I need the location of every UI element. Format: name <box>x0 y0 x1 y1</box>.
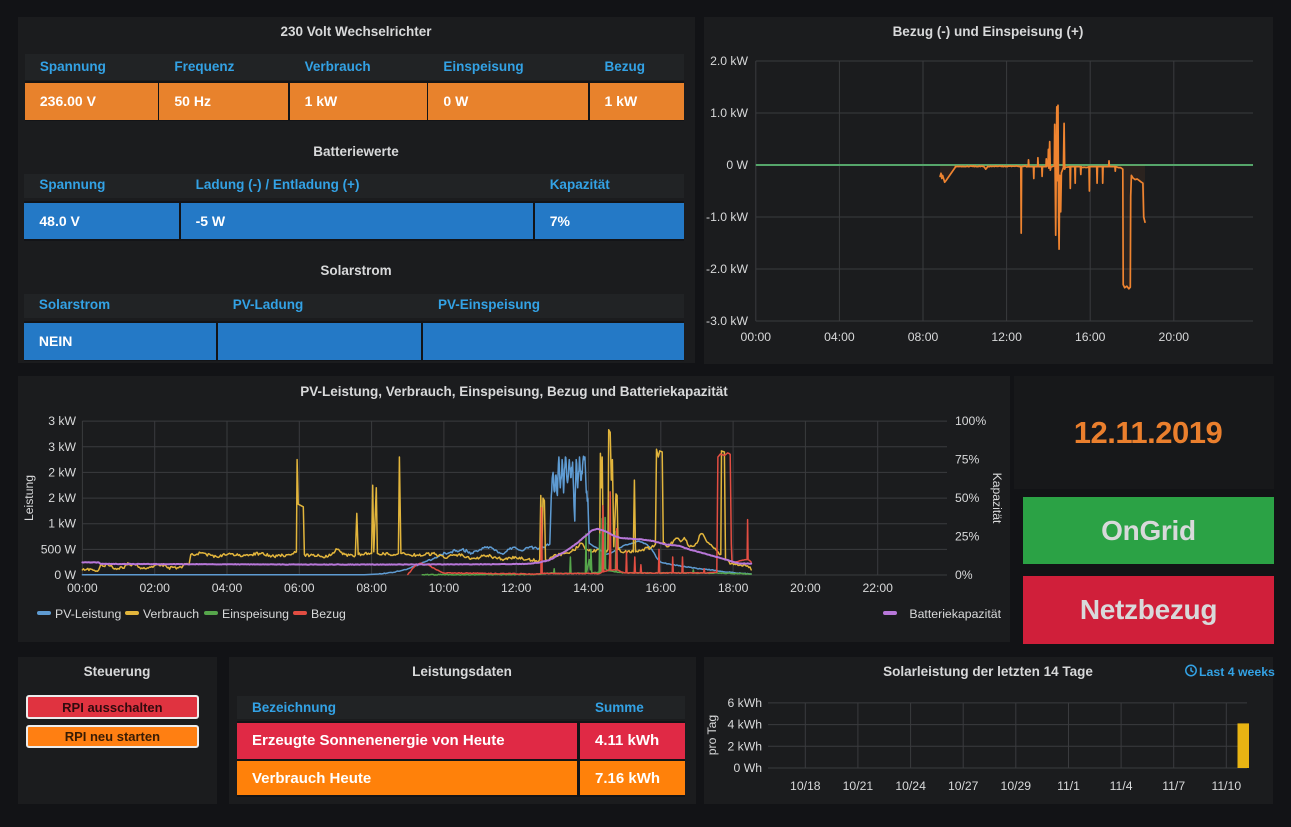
svg-text:2 kWh: 2 kWh <box>727 739 762 753</box>
svg-text:22:00: 22:00 <box>862 581 893 595</box>
svg-text:04:00: 04:00 <box>824 330 855 344</box>
svg-text:11/4: 11/4 <box>1110 779 1133 793</box>
svg-text:10/18: 10/18 <box>790 779 821 793</box>
svg-text:0 W: 0 W <box>54 568 76 582</box>
svg-text:06:00: 06:00 <box>284 581 315 595</box>
svg-text:0%: 0% <box>955 568 973 582</box>
svg-text:2 kW: 2 kW <box>48 491 76 505</box>
svg-text:100%: 100% <box>955 414 986 428</box>
svg-text:11/10: 11/10 <box>1212 779 1242 793</box>
svg-text:1 kW: 1 kW <box>48 517 76 531</box>
svg-text:0 W: 0 W <box>726 158 748 172</box>
svg-text:-2.0 kW: -2.0 kW <box>706 262 748 276</box>
svg-text:0 Wh: 0 Wh <box>734 761 762 775</box>
svg-text:3 kW: 3 kW <box>48 440 76 454</box>
svg-text:18:00: 18:00 <box>718 581 749 595</box>
svg-text:10/24: 10/24 <box>895 779 926 793</box>
svg-text:16:00: 16:00 <box>1075 330 1106 344</box>
svg-text:08:00: 08:00 <box>356 581 387 595</box>
svg-text:3 kW: 3 kW <box>48 414 76 428</box>
svg-text:Bezug: Bezug <box>311 607 346 621</box>
svg-text:1.0 kW: 1.0 kW <box>710 106 748 120</box>
svg-text:14:00: 14:00 <box>573 581 604 595</box>
svg-text:20:00: 20:00 <box>790 581 821 595</box>
svg-text:75%: 75% <box>955 453 980 467</box>
svg-text:11/7: 11/7 <box>1162 779 1185 793</box>
svg-text:10:00: 10:00 <box>429 581 460 595</box>
svg-text:Einspeisung: Einspeisung <box>222 607 289 621</box>
svg-text:-1.0 kW: -1.0 kW <box>706 210 748 224</box>
svg-text:25%: 25% <box>955 530 980 544</box>
svg-text:2 kW: 2 kW <box>48 465 76 479</box>
svg-text:4 kWh: 4 kWh <box>727 718 762 732</box>
svg-text:12:00: 12:00 <box>501 581 532 595</box>
svg-text:pro Tag: pro Tag <box>705 715 719 755</box>
svg-text:Verbrauch: Verbrauch <box>143 607 199 621</box>
svg-text:Kapazität: Kapazität <box>990 473 1004 524</box>
svg-text:04:00: 04:00 <box>212 581 243 595</box>
svg-text:10/27: 10/27 <box>948 779 979 793</box>
svg-text:20:00: 20:00 <box>1159 330 1190 344</box>
svg-text:16:00: 16:00 <box>646 581 677 595</box>
svg-text:12:00: 12:00 <box>991 330 1022 344</box>
svg-text:00:00: 00:00 <box>67 581 98 595</box>
svg-text:500 W: 500 W <box>41 542 77 556</box>
svg-text:10/21: 10/21 <box>843 779 874 793</box>
svg-text:PV-Leistung: PV-Leistung <box>55 607 121 621</box>
svg-text:00:00: 00:00 <box>741 330 772 344</box>
svg-text:2.0 kW: 2.0 kW <box>710 54 748 68</box>
svg-text:Leistung: Leistung <box>22 475 36 521</box>
svg-text:02:00: 02:00 <box>139 581 170 595</box>
svg-text:50%: 50% <box>955 491 980 505</box>
svg-text:Batteriekapazität: Batteriekapazität <box>909 607 1001 621</box>
svg-text:10/29: 10/29 <box>1001 779 1032 793</box>
svg-text:08:00: 08:00 <box>908 330 939 344</box>
svg-text:11/1: 11/1 <box>1057 779 1080 793</box>
svg-text:-3.0 kW: -3.0 kW <box>706 314 748 328</box>
svg-text:6 kWh: 6 kWh <box>727 696 762 710</box>
